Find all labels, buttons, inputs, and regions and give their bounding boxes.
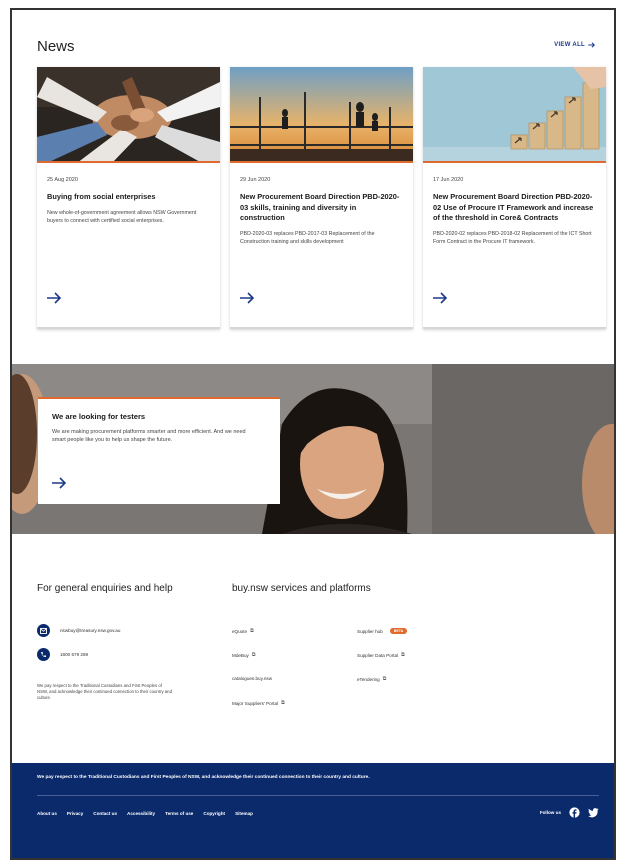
- external-link-icon: ⧉: [281, 701, 285, 706]
- twitter-icon[interactable]: [588, 807, 599, 818]
- footer-link-sitemap[interactable]: Sitemap: [235, 811, 253, 816]
- mail-icon: [37, 624, 50, 637]
- footer-link-about-us[interactable]: About us: [37, 811, 57, 816]
- external-link-icon: ⧉: [382, 677, 387, 682]
- service-link[interactable]: catalogues.buy.nsw: [232, 676, 272, 681]
- footer-link-accessibility[interactable]: Accessibility: [127, 811, 155, 816]
- arrow-right-icon[interactable]: [47, 292, 62, 304]
- arrow-right-icon[interactable]: [52, 477, 67, 489]
- service-link[interactable]: Major Suppliers' Portal ⧉: [232, 700, 285, 707]
- facebook-icon[interactable]: [569, 807, 580, 818]
- footer-divider: [37, 795, 599, 796]
- card-description: PBD-2020-03 replaces PBD-2017-03 Replace…: [240, 231, 375, 246]
- service-link[interactable]: eQuote ⧉: [232, 628, 254, 635]
- service-link-label: eTendering: [357, 676, 380, 682]
- contact-phone[interactable]: 1800 679 289: [37, 648, 88, 661]
- arrow-right-icon[interactable]: [433, 292, 448, 304]
- service-link-label: Supplier hub: [357, 628, 383, 634]
- arrow-right-icon: [588, 42, 595, 48]
- external-link-icon: ⧉: [401, 653, 405, 658]
- phone-icon: [37, 648, 50, 661]
- arrow-right-icon[interactable]: [240, 292, 255, 304]
- service-link[interactable]: MdeBuy ⧉: [232, 652, 256, 659]
- testers-banner: We are looking for testers We are making…: [12, 364, 614, 534]
- news-card[interactable]: 17 Jun 2020 New Procurement Board Direct…: [423, 67, 606, 329]
- service-link-label: MdeBuy: [232, 652, 249, 658]
- service-link[interactable]: eTendering ⧉: [357, 676, 387, 683]
- footer-link-terms-of-use[interactable]: Terms of use: [165, 811, 193, 816]
- footer-acknowledgement: We pay respect to the Traditional Custod…: [37, 775, 370, 780]
- card-description: PBD-2020-02 replaces PBD-2018-02 Replace…: [433, 231, 592, 246]
- enquiries-title: For general enquiries and help: [37, 583, 173, 594]
- service-link-label: eQuote: [232, 628, 248, 634]
- card-image-blocks: [423, 67, 606, 163]
- external-link-icon: ⧉: [250, 629, 254, 634]
- card-date: 25 Aug 2020: [47, 177, 78, 183]
- testers-description: We are making procurement platforms smar…: [52, 429, 246, 444]
- footer-links: About us Privacy Contact us Accessibilit…: [37, 811, 253, 816]
- view-all-label: VIEW ALL: [554, 42, 585, 48]
- service-link-label: Supplier Data Portal: [357, 652, 399, 658]
- card-title[interactable]: Buying from social enterprises: [47, 192, 210, 203]
- page-frame: News VIEW ALL 25 Aug 2020 Buying from so…: [10, 8, 616, 860]
- card-title[interactable]: New Procurement Board Direction PBD-2020…: [240, 192, 403, 224]
- service-link-label: catalogues.buy.nsw: [232, 676, 273, 681]
- service-link[interactable]: Supplier hub BETA: [357, 628, 408, 634]
- news-header: News VIEW ALL: [37, 38, 596, 60]
- services-title: buy.nsw services and platforms: [232, 583, 371, 594]
- card-image-hands: [37, 67, 220, 163]
- footer-link-privacy[interactable]: Privacy: [67, 811, 83, 816]
- follow-us-label: Follow us: [539, 810, 561, 815]
- contact-email[interactable]: nswbuy@treasury.nsw.gov.au: [37, 624, 120, 637]
- card-date: 17 Jun 2020: [433, 177, 464, 183]
- card-title[interactable]: New Procurement Board Direction PBD-2020…: [433, 192, 596, 224]
- news-cards: 25 Aug 2020 Buying from social enterpris…: [37, 67, 607, 329]
- footer-bar: We pay respect to the Traditional Custod…: [12, 763, 614, 858]
- card-date: 29 Jun 2020: [240, 177, 271, 183]
- service-link-label: Major Suppliers' Portal: [232, 700, 279, 706]
- contact-email-text[interactable]: nswbuy@treasury.nsw.gov.au: [60, 628, 120, 633]
- follow-us: Follow us: [540, 807, 599, 818]
- footer-link-copyright[interactable]: Copyright: [203, 811, 225, 816]
- beta-badge: BETA: [389, 628, 408, 634]
- testers-title: We are looking for testers: [52, 412, 146, 421]
- acknowledgement-text: We pay respect to the Traditional Custod…: [37, 683, 172, 701]
- view-all-link[interactable]: VIEW ALL: [554, 42, 596, 48]
- news-card[interactable]: 25 Aug 2020 Buying from social enterpris…: [37, 67, 220, 329]
- footer-link-contact-us[interactable]: Contact us: [93, 811, 117, 816]
- service-link[interactable]: Supplier Data Portal ⧉: [357, 652, 405, 659]
- testers-card[interactable]: We are looking for testers We are making…: [38, 397, 280, 504]
- external-link-icon: ⧉: [251, 653, 256, 658]
- contact-phone-text[interactable]: 1800 679 289: [60, 652, 88, 657]
- card-description: New whole-of-government agreement allows…: [47, 209, 197, 224]
- news-card[interactable]: 29 Jun 2020 New Procurement Board Direct…: [230, 67, 413, 329]
- card-image-construction: [230, 67, 413, 163]
- news-title: News: [37, 38, 75, 55]
